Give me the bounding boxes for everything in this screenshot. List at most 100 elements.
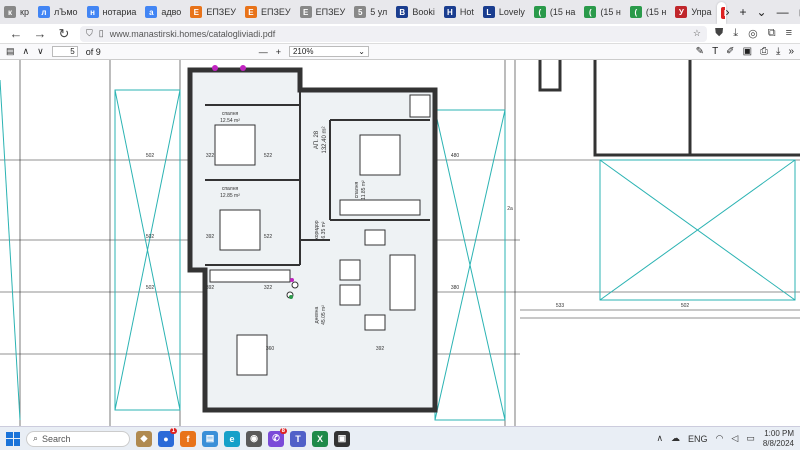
- save-icon[interactable]: ⤓: [776, 46, 780, 57]
- taskbar-search[interactable]: ⌕ Search: [26, 430, 130, 447]
- reload-button[interactable]: ↻: [56, 26, 72, 42]
- plan-label: 502: [146, 234, 155, 240]
- doc-icon: 5: [354, 6, 367, 18]
- back-button[interactable]: ←: [8, 26, 24, 41]
- windows-start-icon[interactable]: [6, 431, 20, 446]
- plan-label: АП. 28: [314, 130, 320, 149]
- app-icon[interactable]: ● 1: [158, 427, 177, 447]
- plan-label: 533: [556, 303, 565, 309]
- browser-tab[interactable]: L Lovely: [479, 2, 530, 22]
- browser-tab[interactable]: н нотариа: [83, 2, 142, 22]
- badge-count: 8: [279, 427, 287, 434]
- more-icon[interactable]: »: [788, 46, 794, 57]
- extensions-icon[interactable]: ⧉: [768, 27, 776, 40]
- tab-label: ЕПЗЕУ: [260, 7, 291, 17]
- plan-label: 2a: [507, 206, 513, 212]
- image-icon[interactable]: ▣: [743, 46, 752, 57]
- file-explorer-icon[interactable]: ▤: [202, 430, 218, 447]
- browser-tab[interactable]: ((15 на: [530, 2, 580, 22]
- volume-icon[interactable]: ◁: [731, 433, 738, 444]
- tab-label: ЕПЗЕУ: [315, 7, 346, 17]
- viber-icon[interactable]: ✆ 8: [268, 427, 287, 447]
- page-total: of 9: [85, 46, 101, 57]
- browser-tab[interactable]: ((15 н: [580, 2, 625, 22]
- menu-icon[interactable]: ≡: [786, 27, 792, 40]
- floor-plan: АП. 28 132.40 m²спалня12.54 m²спалня12.85…: [0, 60, 800, 426]
- circle-icon: У: [675, 6, 688, 18]
- highlight-icon[interactable]: ✎: [696, 46, 704, 57]
- building-icon: Е: [190, 6, 203, 18]
- forward-button[interactable]: →: [32, 26, 48, 41]
- booking-icon: H: [443, 6, 456, 18]
- browser-tab[interactable]: H Hot: [440, 2, 479, 22]
- plan-label: 522: [264, 234, 273, 240]
- browser-tab[interactable]: B Booki: [392, 2, 440, 22]
- sidebar-toggle-icon[interactable]: ▤: [6, 46, 15, 57]
- browser-tab[interactable]: л лЪмо: [34, 2, 83, 22]
- browser-tab[interactable]: У Упра: [671, 2, 716, 22]
- zoom-in-button[interactable]: +: [276, 47, 281, 57]
- chevron-up-icon[interactable]: ∧: [656, 433, 663, 444]
- clock[interactable]: 1:00 PM 8/8/2024: [763, 429, 794, 449]
- star-icon[interactable]: ☆: [693, 28, 701, 39]
- draw-icon[interactable]: ✐: [726, 46, 734, 57]
- account-icon[interactable]: ◎: [748, 27, 758, 40]
- zoom-out-button[interactable]: —: [259, 47, 268, 57]
- battery-icon[interactable]: ▭: [746, 433, 755, 444]
- tab-label: 5 ул: [370, 7, 388, 17]
- chevron-right-icon[interactable]: ›: [726, 5, 730, 19]
- minimize-button[interactable]: —: [777, 5, 789, 19]
- tab-label: адво: [161, 7, 182, 17]
- tab-list-button[interactable]: ⌄: [757, 5, 767, 19]
- tab-label: Упра: [691, 7, 712, 17]
- teams-icon[interactable]: T: [290, 430, 306, 447]
- plan-label: 11.85 m²: [361, 180, 367, 200]
- taskbar: ⌕ Search ◆ ● 1 f ▤ e ◉ ✆ 8 T X ▣ ∧ ☁ ENG ◠…: [0, 426, 800, 450]
- widgets-icon[interactable]: ◆: [136, 430, 152, 447]
- print-icon[interactable]: ⎙: [760, 46, 768, 57]
- url-bar[interactable]: ⛉ ▯ www.manastirski.homes/catalogliviadi…: [80, 25, 707, 42]
- cloud-icon[interactable]: ☁: [671, 433, 680, 444]
- chevron-down-icon: ⌄: [358, 47, 365, 56]
- doc-icon: к: [4, 6, 16, 18]
- tab-label: (15 на: [549, 7, 576, 17]
- pdf-viewer[interactable]: АП. 28 132.40 m² спалня 12.54 m² спалня 12.85…: [0, 60, 800, 426]
- download-icon[interactable]: ⤓: [733, 27, 738, 40]
- new-tab-button[interactable]: +: [740, 5, 747, 19]
- tab-active[interactable]: P catalo ✕: [716, 2, 726, 24]
- browser-tab[interactable]: а адво: [141, 2, 186, 22]
- browser-tab[interactable]: Е ЕПЗЕУ: [186, 2, 241, 22]
- firefox-icon[interactable]: f: [180, 430, 196, 447]
- pdf-tools: ✎ T ✐ ▣ ⎙ ⤓ »: [696, 46, 794, 57]
- wifi-icon[interactable]: ◠: [716, 433, 724, 444]
- page-number-input[interactable]: 5: [51, 46, 78, 57]
- tab-label: Hot: [459, 7, 474, 17]
- excel-icon[interactable]: X: [312, 430, 328, 447]
- browser-tab[interactable]: Е ЕПЗЕУ: [296, 2, 351, 22]
- tab-list: к кр л лЪмо н нотариа а адво Е ЕПЗЕУ Е ЕПЗЕУ Е ЕПЗЕУ 5…: [0, 0, 717, 24]
- browser-tab[interactable]: Е ЕПЗЕУ: [241, 2, 296, 22]
- shield-icon: ⛉: [86, 28, 93, 38]
- plan-label: 360: [266, 346, 275, 352]
- language-indicator[interactable]: ENG: [688, 434, 708, 444]
- browser-tab[interactable]: к кр: [0, 2, 34, 22]
- page-icon: ▯: [98, 28, 104, 38]
- camera-icon[interactable]: ◉: [246, 430, 262, 447]
- browser-tab[interactable]: 55 ул: [350, 2, 392, 22]
- plan-label: 502: [146, 285, 155, 291]
- prev-page-button[interactable]: ∧: [23, 46, 30, 57]
- text-icon[interactable]: T: [712, 46, 718, 57]
- zoom-select[interactable]: 210% ⌄: [288, 46, 369, 57]
- google-icon: н: [86, 6, 99, 18]
- building-icon: Е: [244, 6, 257, 18]
- edge-icon[interactable]: e: [224, 430, 240, 447]
- terminal-icon[interactable]: ▣: [334, 430, 350, 447]
- nav-bar: ← → ↻ ⛉ ▯ www.manastirski.homes/catalogl…: [0, 24, 800, 44]
- doc-icon: Е: [299, 6, 312, 18]
- plan-label: спалня: [222, 111, 239, 117]
- pocket-icon[interactable]: ⛊: [715, 27, 723, 40]
- plan-label: 12.85 m²: [220, 193, 240, 199]
- tab-label: Booki: [412, 7, 435, 17]
- next-page-button[interactable]: ∨: [37, 46, 44, 57]
- browser-tab[interactable]: ((15 н: [626, 2, 671, 22]
